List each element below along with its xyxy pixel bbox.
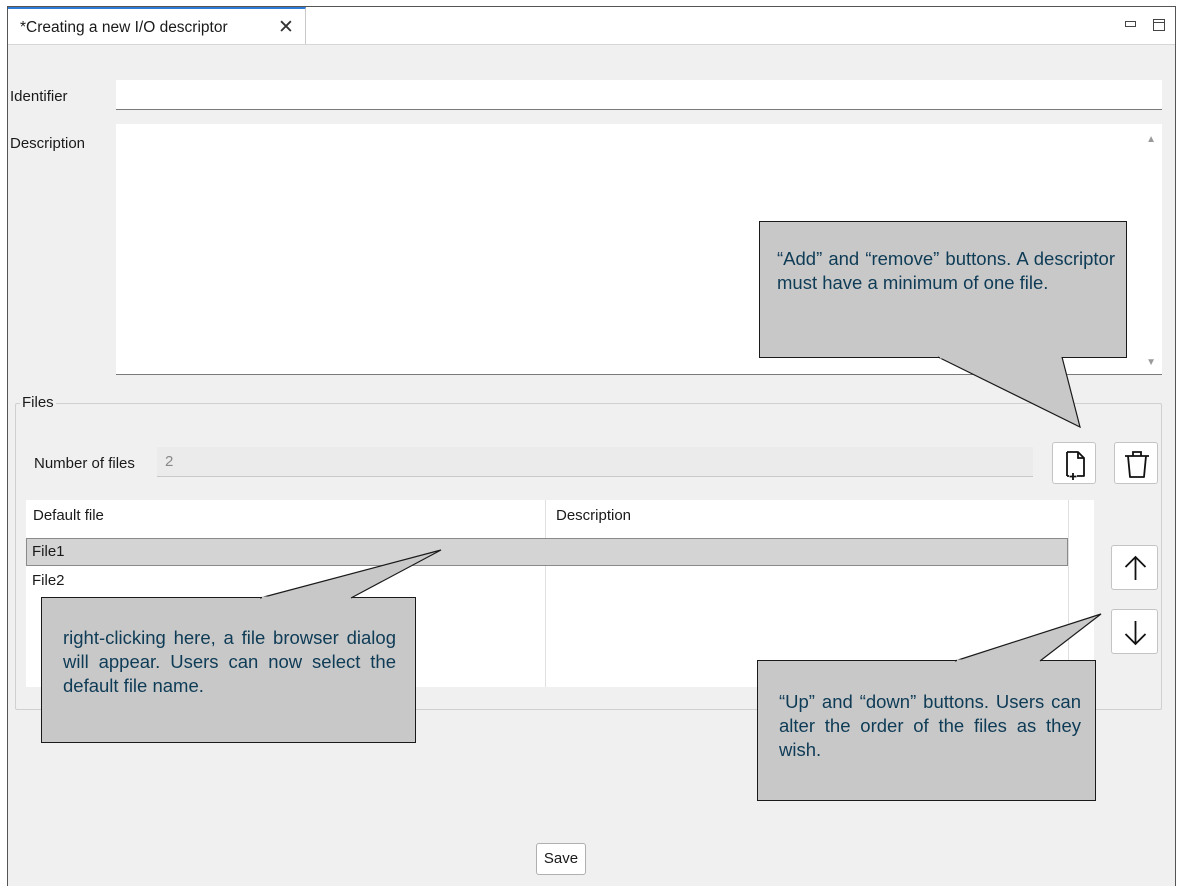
tab-creating-io-descriptor[interactable]: *Creating a new I/O descriptor ✕	[8, 7, 306, 44]
description-label: Description	[10, 135, 86, 152]
maximize-icon[interactable]	[1153, 19, 1165, 31]
trash-icon	[1125, 451, 1149, 478]
file-cell: File1	[32, 543, 65, 560]
column-header-description[interactable]: Description	[556, 507, 631, 524]
callout-add-remove-text: “Add” and “remove” buttons. A descriptor…	[777, 248, 1115, 293]
identifier-label: Identifier	[10, 88, 68, 105]
column-header-default-file[interactable]: Default file	[33, 507, 104, 524]
callout-up-down-text: “Up” and “down” buttons. Users can alter…	[779, 691, 1081, 760]
close-icon[interactable]: ✕	[278, 16, 294, 39]
callout-add-remove: “Add” and “remove” buttons. A descriptor…	[759, 221, 1127, 358]
files-group-label: Files	[20, 394, 56, 411]
add-file-icon	[1066, 451, 1085, 480]
scroll-up-arrow-icon[interactable]: ▲	[1146, 134, 1156, 145]
tab-bar: *Creating a new I/O descriptor ✕	[8, 7, 1175, 45]
files-table-header: Default file Description	[26, 500, 1094, 532]
move-up-button[interactable]	[1111, 545, 1158, 590]
arrow-up-icon	[1124, 555, 1147, 580]
add-file-button[interactable]	[1052, 442, 1096, 484]
tab-title: *Creating a new I/O descriptor	[20, 19, 228, 36]
column-divider	[1068, 500, 1069, 687]
remove-file-button[interactable]	[1114, 442, 1158, 484]
save-button[interactable]: Save	[536, 843, 586, 875]
callout-right-click: right-clicking here, a file browser dial…	[41, 597, 416, 743]
identifier-input[interactable]	[116, 80, 1162, 110]
table-row[interactable]: File2	[26, 568, 1068, 596]
file-cell: File2	[32, 572, 65, 589]
number-of-files-label: Number of files	[34, 455, 135, 472]
table-row[interactable]: File1	[26, 538, 1068, 566]
move-down-button[interactable]	[1111, 609, 1158, 654]
callout-up-down: “Up” and “down” buttons. Users can alter…	[757, 660, 1096, 801]
number-of-files-field: 2	[157, 447, 1033, 477]
callout-right-click-text: right-clicking here, a file browser dial…	[63, 627, 396, 696]
arrow-down-icon	[1124, 621, 1147, 646]
minimize-icon[interactable]	[1125, 21, 1136, 27]
scroll-down-arrow-icon[interactable]: ▼	[1146, 357, 1156, 368]
